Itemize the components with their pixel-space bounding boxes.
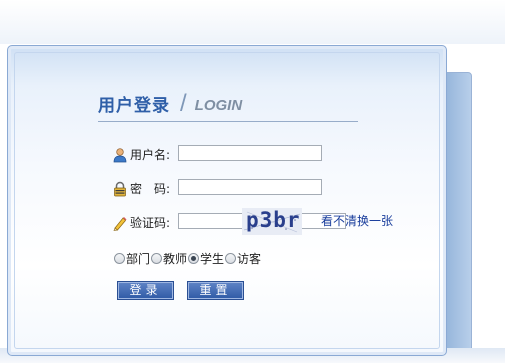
title-divider [98,121,358,122]
role-label-student: 学生 [200,252,225,266]
user-icon [112,147,128,163]
role-radio-teacher[interactable] [151,253,163,264]
role-radio-department[interactable] [114,253,125,264]
refresh-captcha-link[interactable]: 看不清换一张 [321,212,393,229]
reset-button[interactable]: 重置 [187,281,244,300]
username-label: 用户名: [130,148,171,162]
role-label-department: 部门 [126,252,151,266]
login-title-separator: / [180,90,187,117]
pencil-icon [112,215,128,231]
captcha-image[interactable]: p3br [242,208,302,235]
login-title: 用户登录 / LOGIN [98,88,243,117]
role-label-teacher: 教师 [163,252,188,266]
login-title-chinese: 用户登录 [98,96,170,116]
username-input[interactable] [178,145,322,161]
login-title-english: LOGIN [194,97,243,114]
role-selector: 部门 教师 学生 访客 [114,250,262,267]
role-radio-student[interactable] [188,253,200,264]
role-label-visitor: 访客 [237,252,262,266]
role-radio-visitor[interactable] [225,253,237,264]
captcha-text: p3br [246,208,301,232]
page-top-band [0,0,505,44]
captcha-label: 验证码: [130,216,171,230]
lock-icon [112,181,128,197]
password-label: 密 码: [130,182,171,196]
captcha-row: 验证码: [112,214,170,231]
login-button[interactable]: 登录 [117,281,174,300]
username-row: 用户名: [112,146,170,163]
password-input[interactable] [178,179,322,195]
password-row: 密 码: [112,180,170,197]
